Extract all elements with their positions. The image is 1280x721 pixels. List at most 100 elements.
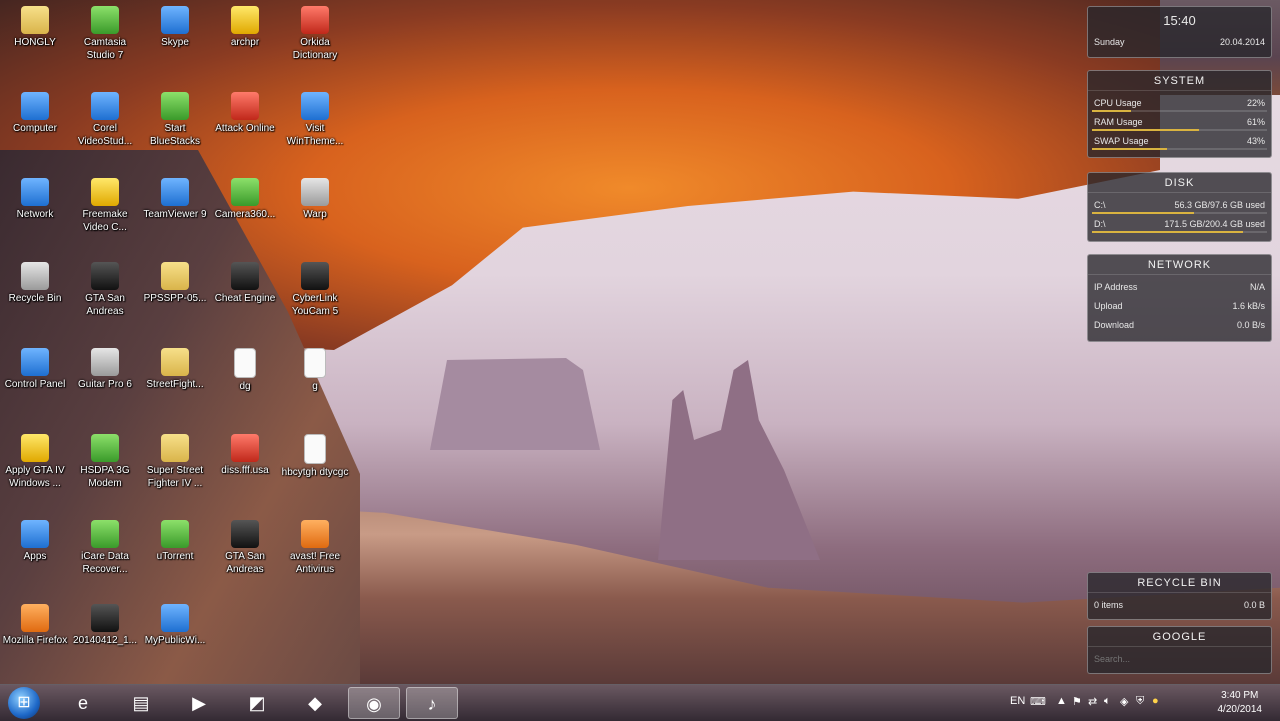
- desktop-icon[interactable]: diss.fff.usa: [210, 430, 280, 502]
- taskbar-camtasia-button[interactable]: ◩: [232, 687, 282, 719]
- desktop-icon[interactable]: Camera360...: [210, 174, 280, 246]
- network-row-value: N/A: [1249, 282, 1265, 292]
- desktop-icon[interactable]: Start BlueStacks: [140, 88, 210, 160]
- desktop-icon[interactable]: TeamViewer 9: [140, 174, 210, 246]
- desktop-icon[interactable]: hbcytgh dtycgc: [280, 430, 350, 502]
- desktop-icon-label: Freemake Video C...: [82, 209, 128, 233]
- desktop-icon[interactable]: Mozilla Firefox: [0, 600, 70, 672]
- desktop-icon[interactable]: CyberLink YouCam 5: [280, 258, 350, 330]
- taskbar-firefox-button[interactable]: ◉: [348, 687, 400, 719]
- corel-icon: [91, 92, 119, 120]
- start-button[interactable]: ⊞: [8, 687, 40, 719]
- desktop-icon[interactable]: Apply GTA IV Windows ...: [0, 430, 70, 502]
- system-row-value: 61%: [1246, 117, 1265, 127]
- desktop-icon-label: g: [312, 381, 318, 392]
- desktop-icon[interactable]: MyPublicWi...: [140, 600, 210, 672]
- desktop-icon[interactable]: Super Street Fighter IV ...: [140, 430, 210, 502]
- desktop-icon[interactable]: Apps: [0, 516, 70, 588]
- camtasia-icon: [91, 6, 119, 34]
- desktop-icon-label: Camera360...: [214, 209, 276, 220]
- system-gadget[interactable]: SYSTEM CPU Usage 22% RAM Usage 61% SWAP Usag…: [1087, 70, 1272, 158]
- desktop-icon-label: HONGLY: [14, 37, 56, 48]
- desktop-icon-label: archpr: [230, 37, 260, 48]
- desktop-icon-label: uTorrent: [156, 551, 194, 562]
- clock-gadget[interactable]: 15:40 Sunday 20.04.2014: [1087, 6, 1272, 58]
- network-row-label: Download: [1094, 320, 1135, 330]
- show-hidden-icons-icon[interactable]: ▲: [1056, 695, 1067, 707]
- desktop-icon[interactable]: iCare Data Recover...: [70, 516, 140, 588]
- network-row-value: 0.0 B/s: [1236, 320, 1265, 330]
- desktop-icon-label: Camtasia Studio 7: [83, 37, 127, 61]
- disk-gadget[interactable]: DISK C:\ 56.3 GB/97.6 GB used D:\ 171.5 GB/…: [1087, 172, 1272, 242]
- network-row-label: IP Address: [1094, 282, 1138, 292]
- desktop-icon[interactable]: Control Panel: [0, 344, 70, 416]
- volume-icon[interactable]: 🔈︎: [1104, 695, 1111, 708]
- desktop-icon-label: Apps: [23, 551, 47, 562]
- folder-icon: [161, 348, 189, 376]
- desktop-icon[interactable]: uTorrent: [140, 516, 210, 588]
- desktop-icon[interactable]: Freemake Video C...: [70, 174, 140, 246]
- modem-icon: [91, 434, 119, 462]
- google-search-input[interactable]: [1092, 651, 1266, 667]
- system-row-label: RAM Usage: [1094, 117, 1143, 127]
- network-tray-icon[interactable]: ⇄: [1088, 695, 1097, 708]
- desktop-icon-label: iCare Data Recover...: [81, 551, 129, 575]
- game-icon: [231, 92, 259, 120]
- gadget-clock-date: 20.04.2014: [1219, 37, 1265, 47]
- taskbar-media-player-button[interactable]: ▶: [174, 687, 224, 719]
- taskbar-guitar-pro-button[interactable]: ♪: [406, 687, 458, 719]
- desktop-icon[interactable]: archpr: [210, 2, 280, 74]
- desktop-icon[interactable]: Warp: [280, 174, 350, 246]
- desktop-icon[interactable]: Guitar Pro 6: [70, 344, 140, 416]
- disk-usage-bar: [1092, 231, 1243, 233]
- desktop-icon-label: Computer: [13, 123, 57, 134]
- wallpaper-butte: [430, 358, 600, 450]
- image-icon: [231, 434, 259, 462]
- recycle-bin-gadget[interactable]: RECYCLE BIN 0 items 0.0 B: [1087, 572, 1272, 620]
- taskbar-clock[interactable]: 3:40 PM 4/20/2014: [1218, 689, 1263, 717]
- desktop-icon[interactable]: Corel VideoStud...: [70, 88, 140, 160]
- system-row-label: CPU Usage: [1094, 98, 1142, 108]
- desktop-icon[interactable]: Computer: [0, 88, 70, 160]
- desktop-icon[interactable]: 20140412_1...: [70, 600, 140, 672]
- keyboard-icon[interactable]: ⌨: [1030, 695, 1046, 708]
- desktop-icon[interactable]: Recycle Bin: [0, 258, 70, 330]
- desktop-icon-label: Cheat Engine: [214, 293, 276, 304]
- desktop-icon[interactable]: HONGLY: [0, 2, 70, 74]
- wallpaper-spires: [658, 360, 820, 560]
- language-indicator[interactable]: EN: [1010, 695, 1025, 707]
- taskbar-orkida-dictionary-button[interactable]: ◆: [290, 687, 340, 719]
- messenger-icon[interactable]: ●: [1152, 695, 1159, 707]
- google-gadget[interactable]: GOOGLE: [1087, 626, 1272, 674]
- desktop-icon[interactable]: GTA San Andreas: [210, 516, 280, 588]
- taskbar-file-explorer-button[interactable]: ▤: [116, 687, 166, 719]
- system-row-label: SWAP Usage: [1094, 136, 1149, 146]
- desktop-icon[interactable]: Attack Online: [210, 88, 280, 160]
- desktop-icon[interactable]: Visit WinTheme...: [280, 88, 350, 160]
- desktop-icon[interactable]: GTA San Andreas: [70, 258, 140, 330]
- desktop-icon[interactable]: StreetFight...: [140, 344, 210, 416]
- desktop-icon-label: GTA San Andreas: [225, 551, 265, 575]
- desktop-icon[interactable]: avast! Free Antivirus: [280, 516, 350, 588]
- document-icon: [304, 348, 326, 378]
- video-file-icon: [91, 604, 119, 632]
- desktop-icon[interactable]: Cheat Engine: [210, 258, 280, 330]
- desktop-icon[interactable]: Network: [0, 174, 70, 246]
- desktop-icon[interactable]: Orkida Dictionary: [280, 2, 350, 74]
- desktop-icon-label: hbcytgh dtycgc: [281, 467, 349, 478]
- desktop-icon[interactable]: PPSSPP-05...: [140, 258, 210, 330]
- taskbar-internet-explorer-button[interactable]: e: [58, 687, 108, 719]
- desktop-icon[interactable]: dg: [210, 344, 280, 416]
- desktop-icon[interactable]: g: [280, 344, 350, 416]
- desktop-icon[interactable]: Camtasia Studio 7: [70, 2, 140, 74]
- desktop: HONGLY Camtasia Studio 7 Skype archpr Orkida…: [0, 0, 1280, 684]
- desktop-icon[interactable]: Skype: [140, 2, 210, 74]
- desktop-icon[interactable]: HSDPA 3G Modem: [70, 430, 140, 502]
- flag-icon[interactable]: ⚑: [1072, 695, 1082, 708]
- recycle-size: 0.0 B: [1243, 600, 1265, 610]
- taskbar: ⊞ e ▤ ▶ ◩ ◆ ◉ ♪ EN ⌨ ▲ ⚑ ⇄ 🔈︎ ◈ ⛨ ● 3:40 PM 4/…: [0, 684, 1280, 721]
- antivirus-tray-icon[interactable]: ◈: [1120, 695, 1128, 708]
- youcam-icon: [301, 262, 329, 290]
- shield-icon[interactable]: ⛨: [1136, 695, 1144, 708]
- network-gadget[interactable]: NETWORK IP Address N/A Upload 1.6 kB/s Downl…: [1087, 254, 1272, 342]
